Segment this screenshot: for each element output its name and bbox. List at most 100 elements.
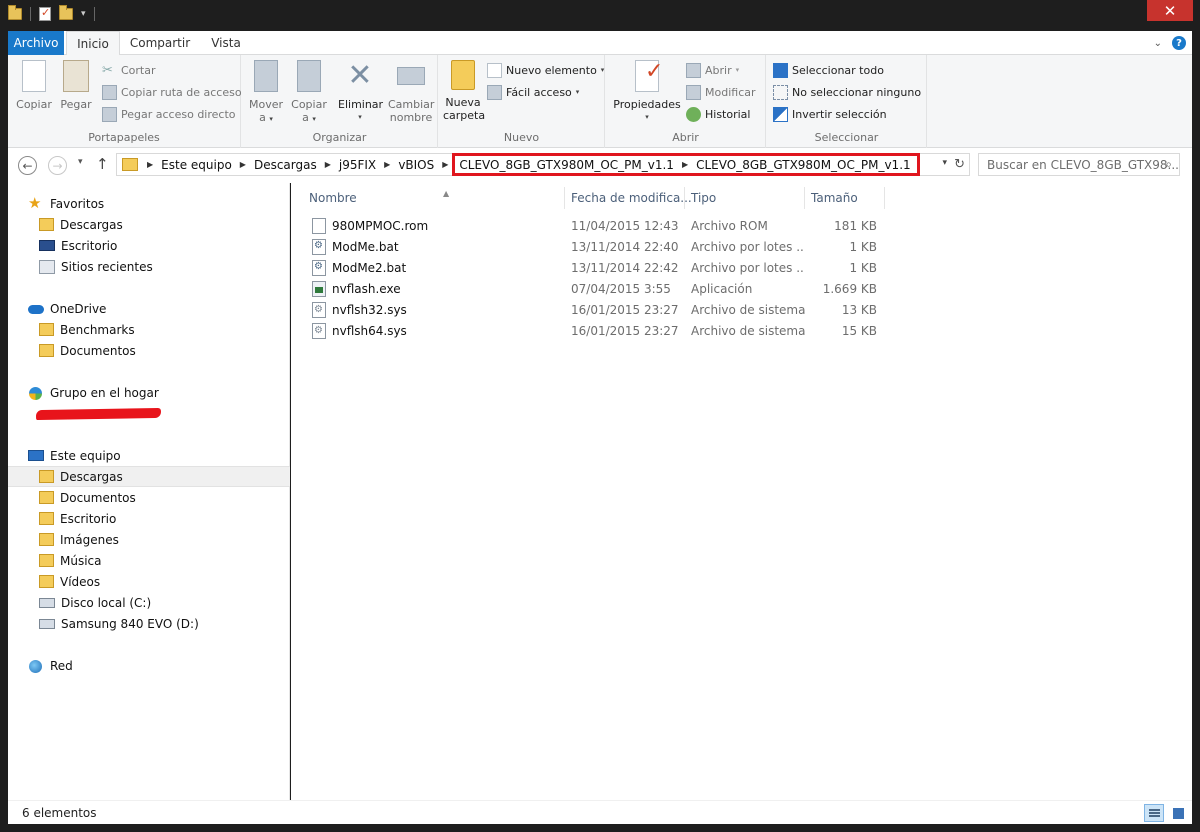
edit-button[interactable]: Modificar xyxy=(686,82,756,102)
column-label: Fecha de modifica... xyxy=(571,191,692,205)
table-row[interactable]: nvflsh64.sys 16/01/2015 23:27 Archivo de… xyxy=(305,320,885,341)
customize-toolbar-icon[interactable]: ▾ xyxy=(81,9,86,19)
nav-item-imagenes[interactable]: Imágenes xyxy=(8,529,290,550)
search-input[interactable]: Buscar en CLEVO_8GB_GTX98... ⌕ xyxy=(978,153,1180,176)
chevron-right-icon[interactable]: ▶ xyxy=(384,160,390,169)
paste-shortcut-button[interactable]: Pegar acceso directo xyxy=(102,104,236,124)
history-button[interactable]: Historial xyxy=(686,104,750,124)
chevron-right-icon[interactable]: ▶ xyxy=(147,160,153,169)
nav-item-samsung-drive[interactable]: Samsung 840 EVO (D:) xyxy=(8,613,290,634)
nav-item-documentos[interactable]: Documentos xyxy=(8,487,290,508)
downloads-folder-icon xyxy=(39,218,54,231)
tab-vista[interactable]: Vista xyxy=(202,31,250,55)
tab-archivo[interactable]: Archivo xyxy=(8,31,64,55)
copy-label: Copiar xyxy=(16,98,52,111)
title-bar: ▾ ✕ xyxy=(0,0,1200,31)
open-button[interactable]: Abrir ▾ xyxy=(686,60,739,80)
group-label-portapapeles: Portapapeles xyxy=(88,131,160,144)
new-item-button[interactable]: Nuevo elemento ▾ xyxy=(487,60,604,80)
chevron-right-icon[interactable]: ▶ xyxy=(442,160,448,169)
rename-button[interactable]: Cambiar nombre xyxy=(388,60,434,124)
invert-selection-label: Invertir selección xyxy=(792,107,887,121)
nav-item-escritorio-pc[interactable]: Escritorio xyxy=(8,508,290,529)
large-icons-view-button[interactable] xyxy=(1168,804,1188,822)
nav-item-sitios-recientes[interactable]: Sitios recientes xyxy=(8,256,290,277)
cut-button[interactable]: ✂ Cortar xyxy=(102,60,156,80)
nav-item-descargas-pc[interactable]: Descargas xyxy=(8,466,290,487)
tab-compartir[interactable]: Compartir xyxy=(124,31,196,55)
copy-button[interactable]: Copiar xyxy=(16,60,52,111)
search-icon[interactable]: ⌕ xyxy=(1165,157,1172,172)
nav-red[interactable]: Red xyxy=(8,655,290,676)
move-to-button[interactable]: Mover a ▾ xyxy=(248,60,284,126)
breadcrumb[interactable]: ▶ Este equipo ▶ Descargas ▶ j95FIX ▶ vBI… xyxy=(116,153,970,176)
up-button[interactable]: ↑ xyxy=(96,155,109,173)
chevron-right-icon[interactable]: ▶ xyxy=(325,160,331,169)
toolbar-divider xyxy=(93,7,95,21)
nav-item-escritorio[interactable]: Escritorio xyxy=(8,235,290,256)
chevron-right-icon[interactable]: ▶ xyxy=(682,160,688,169)
chevron-right-icon[interactable]: ▶ xyxy=(240,160,246,169)
nav-item-disco-local[interactable]: Disco local (C:) xyxy=(8,592,290,613)
new-folder-quick-icon[interactable] xyxy=(59,5,73,20)
close-button[interactable]: ✕ xyxy=(1147,0,1193,21)
properties-button[interactable]: Propiedades ▾ xyxy=(610,60,684,124)
address-dropdown-icon[interactable]: ▾ xyxy=(942,158,947,168)
table-row[interactable]: 980MPMOC.rom 11/04/2015 12:43 Archivo RO… xyxy=(305,215,885,236)
file-size: 181 KB xyxy=(834,218,877,233)
file-name: nvflsh64.sys xyxy=(332,323,407,338)
nav-label: Descargas xyxy=(60,469,123,484)
help-icon[interactable]: ? xyxy=(1172,36,1186,50)
table-row[interactable]: ModMe2.bat 13/11/2014 22:42 Archivo por … xyxy=(305,257,885,278)
nav-favoritos[interactable]: Favoritos xyxy=(8,193,290,214)
nav-item-videos[interactable]: Vídeos xyxy=(8,571,290,592)
column-header-date[interactable]: Fecha de modifica... xyxy=(565,187,692,209)
new-item-icon xyxy=(487,62,502,78)
breadcrumb-item[interactable]: CLEVO_8GB_GTX980M_OC_PM_v1.1 xyxy=(459,158,674,172)
desktop-icon xyxy=(39,240,55,251)
breadcrumb-item[interactable]: j95FIX xyxy=(339,158,376,172)
forward-button[interactable]: → xyxy=(48,156,67,175)
table-row[interactable]: nvflsh32.sys 16/01/2015 23:27 Archivo de… xyxy=(305,299,885,320)
delete-button[interactable]: ✕ Eliminar ▾ xyxy=(338,60,383,124)
group-seleccionar: Seleccionar todo No seleccionar ninguno … xyxy=(767,55,927,148)
nav-item-musica[interactable]: Música xyxy=(8,550,290,571)
table-row[interactable]: nvflash.exe 07/04/2015 3:55 Aplicación 1… xyxy=(305,278,885,299)
select-none-button[interactable]: No seleccionar ninguno xyxy=(773,82,921,102)
new-folder-icon xyxy=(451,60,475,90)
nav-label: Descargas xyxy=(60,217,123,232)
nav-onedrive[interactable]: OneDrive xyxy=(8,298,290,319)
videos-folder-icon xyxy=(39,575,54,588)
properties-quick-icon[interactable] xyxy=(39,6,51,21)
copy-path-button[interactable]: Copiar ruta de acceso xyxy=(102,82,242,102)
recent-locations-icon[interactable]: ▾ xyxy=(78,157,83,167)
copy-to-button[interactable]: Copiar a ▾ xyxy=(290,60,328,126)
nav-este-equipo[interactable]: Este equipo xyxy=(8,445,290,466)
folder-icon xyxy=(8,5,22,20)
tab-inicio[interactable]: Inicio xyxy=(66,31,120,56)
details-view-button[interactable] xyxy=(1144,804,1164,822)
easy-access-button[interactable]: Fácil acceso ▾ xyxy=(487,82,579,102)
column-header-type[interactable]: Tipo xyxy=(685,187,805,209)
new-folder-label: Nueva xyxy=(445,96,481,109)
breadcrumb-item[interactable]: CLEVO_8GB_GTX980M_OC_PM_v1.1 xyxy=(696,158,911,172)
nav-grupo-hogar[interactable]: Grupo en el hogar xyxy=(8,382,290,403)
nav-item-documentos-onedrive[interactable]: Documentos xyxy=(8,340,290,361)
invert-selection-button[interactable]: Invertir selección xyxy=(773,104,887,124)
nav-item-descargas[interactable]: Descargas xyxy=(8,214,290,235)
table-row[interactable]: ModMe.bat 13/11/2014 22:40 Archivo por l… xyxy=(305,236,885,257)
new-folder-button[interactable]: Nueva carpeta xyxy=(443,60,485,122)
back-button[interactable]: ← xyxy=(18,156,37,175)
breadcrumb-item[interactable]: Este equipo xyxy=(161,158,232,172)
minimize-ribbon-icon[interactable]: ⌄ xyxy=(1154,38,1162,49)
refresh-icon[interactable]: ↻ xyxy=(954,157,965,172)
paste-button[interactable]: Pegar xyxy=(58,60,94,111)
nav-item-benchmarks[interactable]: Benchmarks xyxy=(8,319,290,340)
select-all-button[interactable]: Seleccionar todo xyxy=(773,60,884,80)
file-name: nvflsh32.sys xyxy=(332,302,407,317)
breadcrumb-item[interactable]: Descargas xyxy=(254,158,317,172)
highlight-box: CLEVO_8GB_GTX980M_OC_PM_v1.1 ▶ CLEVO_8GB… xyxy=(452,153,920,176)
column-header-size[interactable]: Tamaño xyxy=(805,187,885,209)
breadcrumb-item[interactable]: vBIOS xyxy=(398,158,434,172)
column-header-name[interactable]: Nombre ▲ xyxy=(303,187,565,209)
